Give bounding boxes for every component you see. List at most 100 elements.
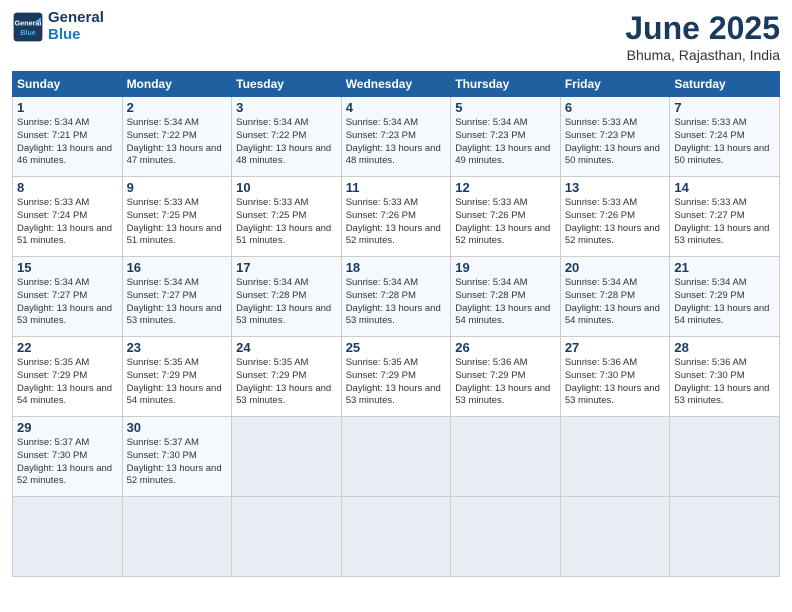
calendar-week-3: 15 Sunrise: 5:34 AM Sunset: 7:27 PM Dayl… <box>13 257 780 337</box>
day-info: Sunrise: 5:33 AM Sunset: 7:25 PM Dayligh… <box>236 197 337 248</box>
calendar-week-6 <box>13 497 780 577</box>
day-info: Sunrise: 5:33 AM Sunset: 7:26 PM Dayligh… <box>565 197 666 248</box>
col-monday: Monday <box>122 72 232 97</box>
table-row <box>122 497 232 577</box>
day-info: Sunrise: 5:33 AM Sunset: 7:23 PM Dayligh… <box>565 117 666 168</box>
table-row: 6 Sunrise: 5:33 AM Sunset: 7:23 PM Dayli… <box>560 97 670 177</box>
day-info: Sunrise: 5:34 AM Sunset: 7:27 PM Dayligh… <box>17 277 118 328</box>
header: General Blue General Blue June 2025 Bhum… <box>12 10 780 63</box>
day-info: Sunrise: 5:34 AM Sunset: 7:28 PM Dayligh… <box>455 277 556 328</box>
table-row: 13 Sunrise: 5:33 AM Sunset: 7:26 PM Dayl… <box>560 177 670 257</box>
day-number: 16 <box>127 260 228 275</box>
table-row: 21 Sunrise: 5:34 AM Sunset: 7:29 PM Dayl… <box>670 257 780 337</box>
table-row: 20 Sunrise: 5:34 AM Sunset: 7:28 PM Dayl… <box>560 257 670 337</box>
day-info: Sunrise: 5:35 AM Sunset: 7:29 PM Dayligh… <box>346 357 447 408</box>
table-row: 8 Sunrise: 5:33 AM Sunset: 7:24 PM Dayli… <box>13 177 123 257</box>
table-row: 22 Sunrise: 5:35 AM Sunset: 7:29 PM Dayl… <box>13 337 123 417</box>
table-row <box>232 497 342 577</box>
calendar-table: Sunday Monday Tuesday Wednesday Thursday… <box>12 71 780 577</box>
table-row: 17 Sunrise: 5:34 AM Sunset: 7:28 PM Dayl… <box>232 257 342 337</box>
calendar-week-1: 1 Sunrise: 5:34 AM Sunset: 7:21 PM Dayli… <box>13 97 780 177</box>
day-info: Sunrise: 5:35 AM Sunset: 7:29 PM Dayligh… <box>127 357 228 408</box>
day-number: 9 <box>127 180 228 195</box>
day-number: 4 <box>346 100 447 115</box>
table-row: 12 Sunrise: 5:33 AM Sunset: 7:26 PM Dayl… <box>451 177 561 257</box>
table-row: 1 Sunrise: 5:34 AM Sunset: 7:21 PM Dayli… <box>13 97 123 177</box>
table-row: 29 Sunrise: 5:37 AM Sunset: 7:30 PM Dayl… <box>13 417 123 497</box>
calendar-week-5: 29 Sunrise: 5:37 AM Sunset: 7:30 PM Dayl… <box>13 417 780 497</box>
day-info: Sunrise: 5:34 AM Sunset: 7:29 PM Dayligh… <box>674 277 775 328</box>
table-row: 9 Sunrise: 5:33 AM Sunset: 7:25 PM Dayli… <box>122 177 232 257</box>
day-info: Sunrise: 5:33 AM Sunset: 7:26 PM Dayligh… <box>346 197 447 248</box>
table-row <box>560 497 670 577</box>
table-row: 5 Sunrise: 5:34 AM Sunset: 7:23 PM Dayli… <box>451 97 561 177</box>
day-number: 22 <box>17 340 118 355</box>
table-row: 23 Sunrise: 5:35 AM Sunset: 7:29 PM Dayl… <box>122 337 232 417</box>
day-number: 18 <box>346 260 447 275</box>
table-row: 11 Sunrise: 5:33 AM Sunset: 7:26 PM Dayl… <box>341 177 451 257</box>
calendar-week-2: 8 Sunrise: 5:33 AM Sunset: 7:24 PM Dayli… <box>13 177 780 257</box>
table-row: 26 Sunrise: 5:36 AM Sunset: 7:29 PM Dayl… <box>451 337 561 417</box>
col-friday: Friday <box>560 72 670 97</box>
logo-text: General Blue <box>48 10 104 43</box>
month-title: June 2025 <box>625 10 780 47</box>
day-number: 24 <box>236 340 337 355</box>
day-number: 15 <box>17 260 118 275</box>
col-sunday: Sunday <box>13 72 123 97</box>
day-info: Sunrise: 5:35 AM Sunset: 7:29 PM Dayligh… <box>17 357 118 408</box>
day-info: Sunrise: 5:34 AM Sunset: 7:28 PM Dayligh… <box>236 277 337 328</box>
col-thursday: Thursday <box>451 72 561 97</box>
day-number: 20 <box>565 260 666 275</box>
table-row: 25 Sunrise: 5:35 AM Sunset: 7:29 PM Dayl… <box>341 337 451 417</box>
day-number: 23 <box>127 340 228 355</box>
day-number: 25 <box>346 340 447 355</box>
day-number: 11 <box>346 180 447 195</box>
day-number: 12 <box>455 180 556 195</box>
day-info: Sunrise: 5:34 AM Sunset: 7:23 PM Dayligh… <box>455 117 556 168</box>
day-info: Sunrise: 5:33 AM Sunset: 7:24 PM Dayligh… <box>17 197 118 248</box>
day-number: 30 <box>127 420 228 435</box>
table-row <box>13 497 123 577</box>
table-row <box>232 417 342 497</box>
table-row <box>670 417 780 497</box>
table-row: 14 Sunrise: 5:33 AM Sunset: 7:27 PM Dayl… <box>670 177 780 257</box>
table-row: 16 Sunrise: 5:34 AM Sunset: 7:27 PM Dayl… <box>122 257 232 337</box>
day-info: Sunrise: 5:33 AM Sunset: 7:27 PM Dayligh… <box>674 197 775 248</box>
day-info: Sunrise: 5:34 AM Sunset: 7:27 PM Dayligh… <box>127 277 228 328</box>
table-row <box>560 417 670 497</box>
day-info: Sunrise: 5:37 AM Sunset: 7:30 PM Dayligh… <box>127 437 228 488</box>
day-number: 26 <box>455 340 556 355</box>
col-tuesday: Tuesday <box>232 72 342 97</box>
table-row: 7 Sunrise: 5:33 AM Sunset: 7:24 PM Dayli… <box>670 97 780 177</box>
svg-text:Blue: Blue <box>20 28 36 37</box>
svg-text:General: General <box>15 18 42 27</box>
day-info: Sunrise: 5:34 AM Sunset: 7:23 PM Dayligh… <box>346 117 447 168</box>
col-wednesday: Wednesday <box>341 72 451 97</box>
day-number: 1 <box>17 100 118 115</box>
table-row: 10 Sunrise: 5:33 AM Sunset: 7:25 PM Dayl… <box>232 177 342 257</box>
page-container: General Blue General Blue June 2025 Bhum… <box>0 0 792 587</box>
day-number: 27 <box>565 340 666 355</box>
day-number: 6 <box>565 100 666 115</box>
day-number: 7 <box>674 100 775 115</box>
day-info: Sunrise: 5:34 AM Sunset: 7:28 PM Dayligh… <box>565 277 666 328</box>
table-row: 18 Sunrise: 5:34 AM Sunset: 7:28 PM Dayl… <box>341 257 451 337</box>
table-row <box>451 497 561 577</box>
day-number: 14 <box>674 180 775 195</box>
day-info: Sunrise: 5:36 AM Sunset: 7:30 PM Dayligh… <box>565 357 666 408</box>
day-number: 28 <box>674 340 775 355</box>
day-number: 17 <box>236 260 337 275</box>
table-row: 30 Sunrise: 5:37 AM Sunset: 7:30 PM Dayl… <box>122 417 232 497</box>
day-number: 29 <box>17 420 118 435</box>
table-row: 15 Sunrise: 5:34 AM Sunset: 7:27 PM Dayl… <box>13 257 123 337</box>
table-row: 19 Sunrise: 5:34 AM Sunset: 7:28 PM Dayl… <box>451 257 561 337</box>
table-row <box>451 417 561 497</box>
day-info: Sunrise: 5:35 AM Sunset: 7:29 PM Dayligh… <box>236 357 337 408</box>
day-info: Sunrise: 5:33 AM Sunset: 7:26 PM Dayligh… <box>455 197 556 248</box>
day-info: Sunrise: 5:33 AM Sunset: 7:24 PM Dayligh… <box>674 117 775 168</box>
day-number: 10 <box>236 180 337 195</box>
table-row: 28 Sunrise: 5:36 AM Sunset: 7:30 PM Dayl… <box>670 337 780 417</box>
table-row: 2 Sunrise: 5:34 AM Sunset: 7:22 PM Dayli… <box>122 97 232 177</box>
day-info: Sunrise: 5:34 AM Sunset: 7:22 PM Dayligh… <box>236 117 337 168</box>
day-info: Sunrise: 5:37 AM Sunset: 7:30 PM Dayligh… <box>17 437 118 488</box>
